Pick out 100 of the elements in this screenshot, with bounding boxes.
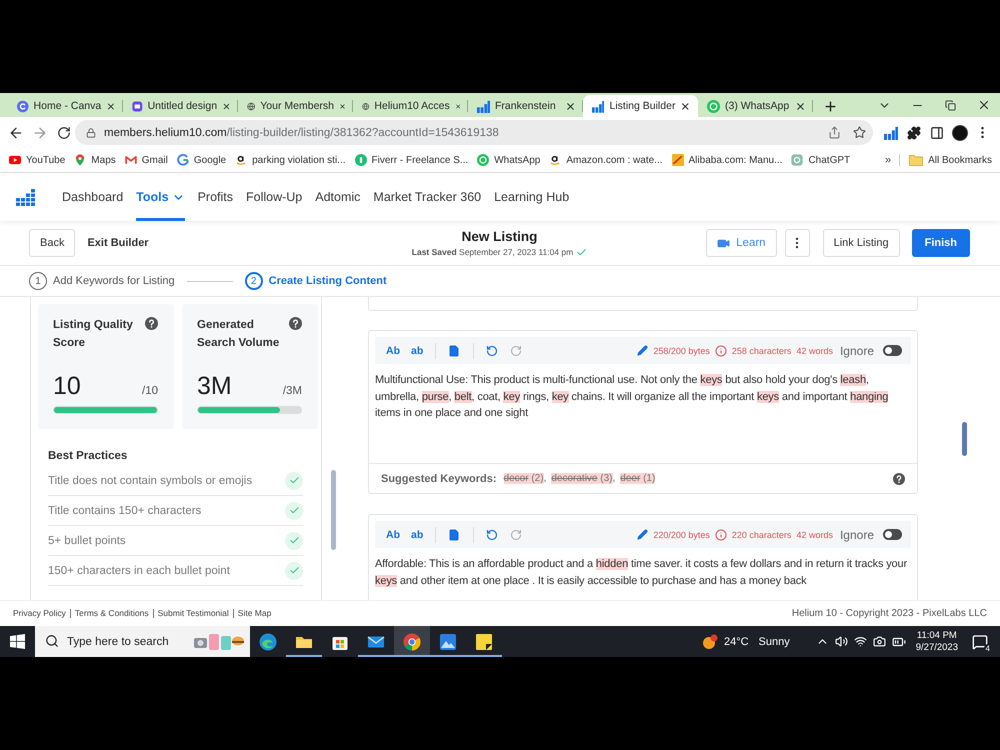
side-panel-icon[interactable] (930, 126, 944, 140)
bookmark[interactable]: Alibaba.com: Manu... (672, 154, 782, 166)
back-button[interactable]: Back (29, 229, 76, 257)
speaker-icon[interactable] (834, 635, 848, 648)
step-number: 1 (29, 272, 47, 290)
picture-icon (439, 632, 457, 650)
browser-tab[interactable]: Helium10 Acces (353, 95, 468, 117)
step-label[interactable]: Add Keywords for Listing (53, 275, 175, 287)
suggested-keywords-label: Suggested Keywords: (381, 472, 497, 484)
browser-tab[interactable]: Home - Canva (8, 95, 123, 117)
square-logo-icon (672, 154, 684, 166)
browser-tab[interactable]: (3) WhatsApp (698, 95, 813, 117)
nav-link[interactable]: Tools (136, 173, 185, 221)
practice-label: Title does not contain symbols or emojis (48, 474, 252, 486)
circle-logo-icon (354, 154, 367, 166)
bookmark[interactable]: Fiverr - Freelance S... (354, 154, 468, 166)
more-bookmarks-button[interactable]: » (884, 154, 900, 166)
score-title: Listing Quality Score (53, 318, 134, 350)
windows-logo-icon[interactable] (10, 634, 25, 649)
close-icon[interactable] (106, 100, 116, 112)
nav-link[interactable]: Dashboard (62, 173, 124, 221)
reload-icon[interactable] (56, 126, 70, 140)
ignore-toggle[interactable] (883, 345, 902, 356)
ring-logo-icon (477, 154, 490, 166)
address-bar[interactable]: members.helium10.com/listing-builder/listing/381362?accountId=1543619138 (75, 120, 873, 145)
g-logo-icon (176, 154, 189, 166)
text-case-button[interactable]: ab (411, 344, 424, 356)
step-label[interactable]: Create Listing Content (268, 275, 387, 287)
footer-link[interactable]: Privacy Policy (13, 609, 70, 618)
play-button-icon (9, 154, 21, 166)
finish-button[interactable]: Finish (912, 229, 970, 257)
bookmark[interactable]: Gmail (124, 154, 168, 166)
exit-builder-button[interactable]: Exit Builder (81, 236, 155, 250)
text-case-button[interactable]: Ab (386, 344, 400, 356)
document-icon[interactable] (448, 344, 460, 356)
avatar-icon[interactable] (952, 124, 968, 140)
nav-link[interactable]: Profits (198, 173, 233, 221)
bookmark[interactable]: parking violation sti... (235, 154, 346, 166)
bookmark[interactable]: YouTube (9, 154, 66, 166)
bar-chart-logo-icon (477, 100, 490, 112)
footer-link[interactable]: Terms & Conditions (70, 609, 153, 618)
score-value: 10 (53, 372, 81, 401)
star-icon[interactable] (853, 126, 866, 139)
restore-icon[interactable] (945, 100, 956, 110)
clock-date: 9/27/2023 (916, 642, 958, 654)
bar-chart-logo-icon[interactable] (16, 188, 35, 206)
map-pin-icon (74, 154, 86, 166)
bookmark[interactable]: WhatsApp (477, 154, 540, 166)
scrollbar-thumb[interactable] (331, 470, 336, 550)
bar-chart-logo-icon (884, 126, 898, 140)
forward-arrow-icon[interactable] (32, 124, 48, 140)
folder-icon (909, 154, 924, 166)
bookmark[interactable]: ChatGPT (791, 154, 850, 166)
bullet-text-field[interactable]: Multifunctional Use: This product is multi-functional use. Not only the keys but also hold your dog's leash, umbrella, purse, belt, coat, key rings, key chains. It will organize all the important keys and important hanging items in one place and one sight (375, 364, 911, 463)
browser-tab[interactable]: Listing Builder (583, 95, 698, 117)
browser-tab[interactable]: Your Membersh (238, 95, 353, 117)
new-tab-icon[interactable] (823, 98, 838, 114)
close-icon[interactable] (795, 100, 806, 112)
nav-link[interactable]: Learning Hub (494, 173, 570, 221)
help-icon[interactable] (145, 317, 158, 330)
scrollbar-thumb[interactable] (962, 422, 967, 456)
circle-logo-icon (17, 100, 29, 112)
bookmark[interactable]: Amazon.com : wate... (549, 154, 663, 166)
footer-link[interactable]: Submit Testimonial (152, 609, 233, 618)
keyword-tag: decor (2), (504, 473, 546, 484)
close-icon[interactable] (680, 100, 691, 112)
listing-title: New Listing (462, 228, 538, 244)
nav-link[interactable]: Follow-Up (246, 173, 302, 221)
all-bookmarks-button[interactable]: All Bookmarks (909, 154, 992, 166)
text-case-button[interactable]: ab (411, 528, 424, 540)
search-field[interactable]: Type here to search (35, 626, 250, 657)
message-icon[interactable] (972, 634, 988, 650)
puzzle-icon[interactable] (906, 126, 920, 140)
text-case-button[interactable]: Ab (386, 528, 400, 540)
ignore-toggle[interactable] (883, 529, 902, 540)
globe-icon (247, 100, 256, 112)
bullet-text-field[interactable]: Affordable: This is an affordable product and a hidden time saver. it costs a few dollars and in return it tracks your keys and other item at one place . It is easily accessible to purchase and has a money back (375, 548, 911, 600)
undo-icon[interactable] (486, 344, 498, 356)
help-icon[interactable] (893, 472, 905, 484)
browser-tab[interactable]: Frankenstein (468, 95, 583, 117)
score-title: Generated Search Volume (197, 318, 280, 350)
step-number: 2 (244, 272, 263, 290)
pencil-icon (637, 529, 648, 540)
share-icon[interactable] (828, 126, 841, 139)
section-title: Best Practices (48, 450, 128, 462)
document-icon[interactable] (448, 528, 460, 540)
help-icon[interactable] (289, 317, 302, 330)
bookmark[interactable]: Maps (74, 154, 116, 166)
bookmark[interactable]: Google (176, 154, 226, 166)
nav-link[interactable]: Market Tracker 360 (373, 173, 482, 221)
close-icon[interactable] (565, 100, 576, 112)
temperature-text: 24°C (724, 636, 749, 648)
nav-link[interactable]: Adtomic (315, 173, 360, 221)
undo-icon[interactable] (486, 528, 498, 540)
search-icon (45, 634, 59, 648)
camera-icon[interactable] (872, 635, 886, 648)
browser-tab[interactable]: Untitled design (123, 95, 238, 117)
footer-link[interactable]: Site Map (232, 609, 276, 618)
link-listing-button[interactable]: Link Listing (822, 229, 900, 257)
learn-button[interactable]: Learn (706, 229, 777, 257)
